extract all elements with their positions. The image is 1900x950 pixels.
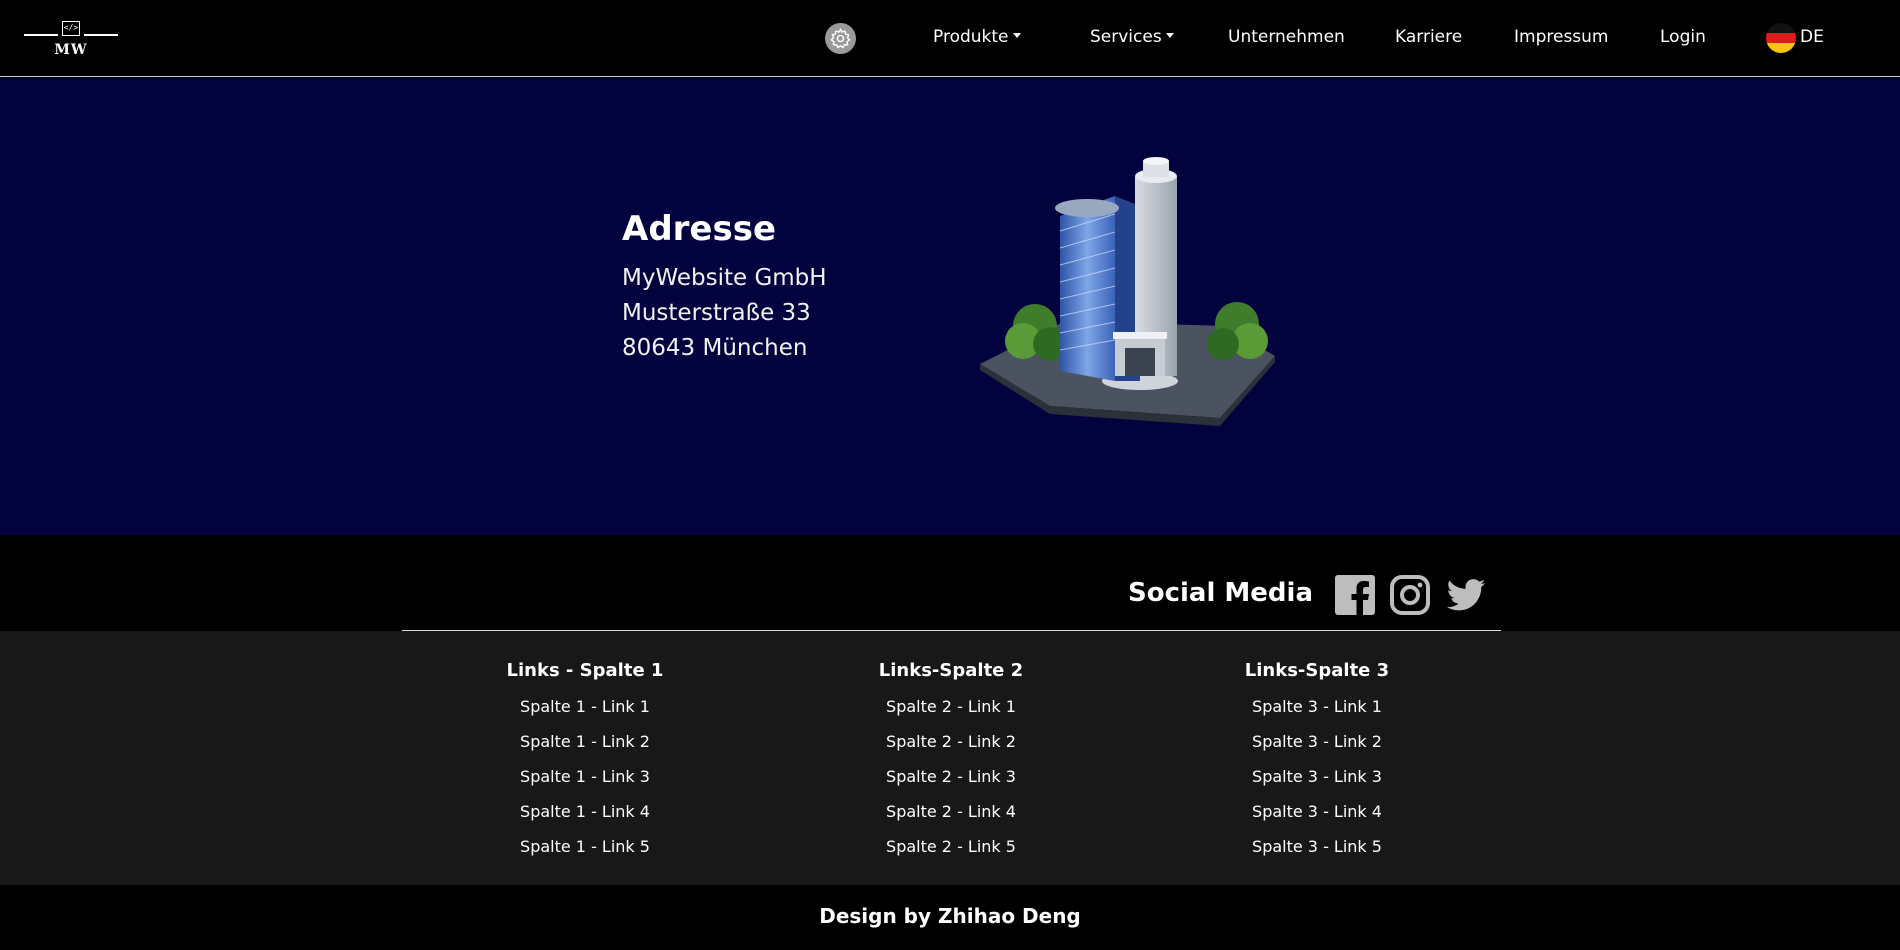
nav-login[interactable]: Login (1660, 26, 1706, 48)
nav-services[interactable]: Services (1090, 26, 1174, 48)
instagram-icon[interactable] (1389, 574, 1431, 616)
footer-links: Links - Spalte 1 Spalte 1 - Link 1 Spalt… (0, 631, 1900, 885)
logo-text: MW (54, 42, 88, 58)
language-code: DE (1800, 27, 1824, 47)
code-icon: </> (62, 21, 80, 36)
caret-down-icon (1012, 32, 1021, 38)
facebook-icon[interactable] (1334, 574, 1376, 616)
footer-link[interactable]: Spalte 2 - Link 3 (821, 759, 1081, 794)
footer-link[interactable]: Spalte 3 - Link 4 (1187, 794, 1447, 829)
social-media-bar: Social Media (0, 535, 1900, 631)
footer-link[interactable]: Spalte 2 - Link 4 (821, 794, 1081, 829)
footer-link[interactable]: Spalte 3 - Link 5 (1187, 829, 1447, 864)
footer-column-1: Links - Spalte 1 Spalte 1 - Link 1 Spalt… (455, 659, 715, 864)
nav-produkte-label: Produkte (933, 27, 1009, 47)
footer-link[interactable]: Spalte 1 - Link 5 (455, 829, 715, 864)
footer-link[interactable]: Spalte 2 - Link 2 (821, 724, 1081, 759)
site-logo[interactable]: </> MW (24, 18, 118, 60)
address-section: Adresse MyWebsite GmbH Musterstraße 33 8… (0, 78, 1900, 535)
navbar: </> MW Produkte Services Unternehmen Kar… (0, 0, 1900, 77)
footer-link[interactable]: Spalte 1 - Link 3 (455, 759, 715, 794)
nav-impressum[interactable]: Impressum (1514, 26, 1609, 48)
footer-column-title: Links-Spalte 2 (878, 660, 1024, 681)
nav-karriere[interactable]: Karriere (1395, 26, 1462, 48)
nav-unternehmen[interactable]: Unternehmen (1228, 26, 1345, 48)
germany-flag-icon (1766, 23, 1796, 53)
logo-line-left (24, 34, 58, 36)
design-credit: Design by Zhihao Deng (819, 904, 1081, 928)
footer-link[interactable]: Spalte 3 - Link 3 (1187, 759, 1447, 794)
address-company: MyWebsite GmbH (622, 265, 827, 291)
footer-link[interactable]: Spalte 3 - Link 2 (1187, 724, 1447, 759)
footer-column-title: Links - Spalte 1 (506, 660, 664, 681)
footer-column-2: Links-Spalte 2 Spalte 2 - Link 1 Spalte … (821, 659, 1081, 864)
caret-down-icon (1165, 32, 1174, 38)
footer-column-3: Links-Spalte 3 Spalte 3 - Link 1 Spalte … (1187, 659, 1447, 864)
footer-column-title: Links-Spalte 3 (1244, 660, 1390, 681)
footer-link[interactable]: Spalte 2 - Link 1 (821, 689, 1081, 724)
address-block: Adresse MyWebsite GmbH Musterstraße 33 8… (622, 209, 827, 366)
footer-link[interactable]: Spalte 1 - Link 2 (455, 724, 715, 759)
twitter-icon[interactable] (1445, 574, 1487, 616)
gear-icon[interactable] (825, 23, 856, 54)
social-media-title: Social Media (1128, 578, 1313, 608)
nav-services-label: Services (1090, 27, 1162, 47)
address-city: 80643 München (622, 335, 808, 361)
address-title: Adresse (622, 209, 777, 249)
address-street: Musterstraße 33 (622, 300, 811, 326)
office-building-illustration (980, 157, 1275, 426)
footer-link[interactable]: Spalte 1 - Link 1 (455, 689, 715, 724)
footer-link[interactable]: Spalte 1 - Link 4 (455, 794, 715, 829)
logo-line-right (84, 34, 118, 36)
footer-link[interactable]: Spalte 2 - Link 5 (821, 829, 1081, 864)
footer-link[interactable]: Spalte 3 - Link 1 (1187, 689, 1447, 724)
nav-produkte[interactable]: Produkte (933, 26, 1021, 48)
footer-credit-bar: Design by Zhihao Deng (0, 885, 1900, 950)
